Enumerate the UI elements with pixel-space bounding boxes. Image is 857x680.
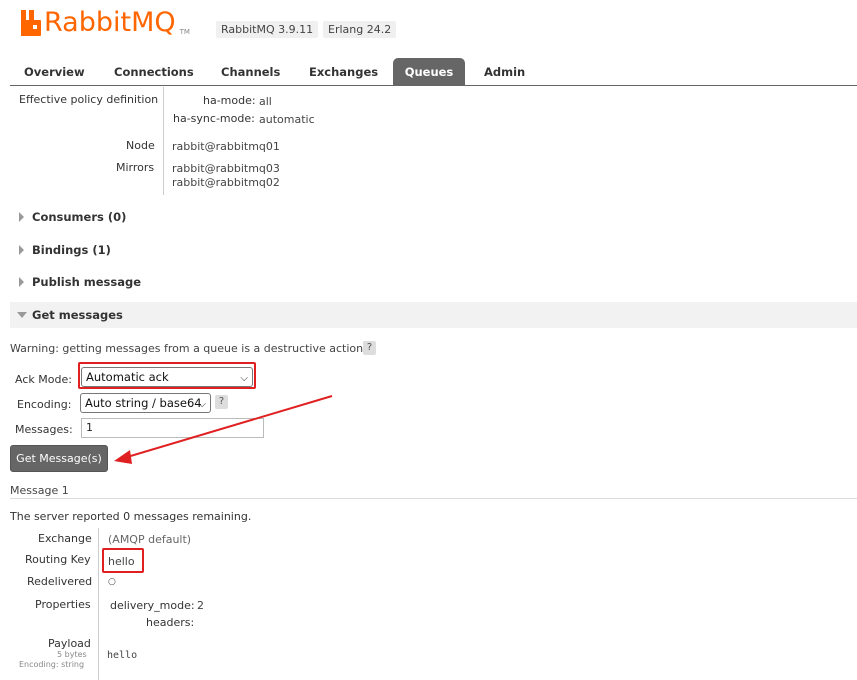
- payload-value: hello: [107, 650, 138, 661]
- mirrors-label: Mirrors: [116, 161, 155, 174]
- warning-help-icon[interactable]: ?: [363, 341, 376, 355]
- get-messages-button[interactable]: Get Message(s): [10, 445, 108, 472]
- remaining-status: The server reported 0 messages remaining…: [10, 510, 252, 523]
- redelivered-label: Redelivered: [27, 575, 93, 588]
- delivery-mode-value: 2: [197, 599, 204, 612]
- expand-triangle-icon: [19, 277, 24, 287]
- section-title: Publish message: [32, 275, 142, 289]
- logo-tm: TM: [179, 28, 190, 36]
- rabbitmq-logo[interactable]: RabbitMQ TM: [21, 6, 190, 40]
- annotation-box-ack-mode: [78, 362, 256, 389]
- tab-exchanges[interactable]: Exchanges: [309, 58, 378, 85]
- node-value: rabbit@rabbitmq01: [172, 140, 280, 153]
- policy-value-ha-sync-mode: automatic: [259, 113, 315, 126]
- annotation-arrow-icon: [114, 395, 333, 464]
- routing-key-label: Routing Key: [25, 553, 91, 566]
- details-divider: [163, 87, 164, 195]
- logo-text: RabbitMQ: [44, 7, 176, 38]
- collapse-triangle-icon: [17, 312, 27, 318]
- delivery-mode-key: delivery_mode:: [110, 599, 195, 612]
- erlang-version-badge: Erlang 24.2: [323, 21, 397, 38]
- properties-label: Properties: [35, 598, 91, 611]
- mirror-item: rabbit@rabbitmq03: [172, 162, 280, 175]
- payload-label: Payload: [48, 637, 91, 650]
- main-tabs: Overview Connections Channels Exchanges …: [10, 58, 857, 86]
- section-title: Get messages: [32, 308, 123, 322]
- redelivered-value: ○: [108, 577, 116, 587]
- policy-key-ha-sync-mode: ha-sync-mode:: [173, 112, 255, 125]
- rabbit-logo-icon: [21, 10, 41, 36]
- node-label: Node: [126, 139, 155, 152]
- tab-queues[interactable]: Queues: [393, 58, 465, 86]
- header: RabbitMQ TM RabbitMQ 3.9.11 Erlang 24.2: [0, 0, 857, 50]
- expand-triangle-icon: [19, 212, 24, 222]
- policy-value-ha-mode: all: [259, 95, 272, 108]
- message-title: Message 1: [10, 484, 69, 497]
- payload-size: 5 bytes: [57, 650, 87, 659]
- messages-count-value: 1: [86, 421, 93, 434]
- section-title: Bindings (1): [32, 243, 111, 257]
- policy-key-ha-mode: ha-mode:: [203, 94, 256, 107]
- destructive-warning: Warning: getting messages from a queue i…: [10, 342, 367, 355]
- section-get-messages[interactable]: Get messages: [10, 302, 857, 328]
- tab-overview[interactable]: Overview: [24, 58, 85, 85]
- section-consumers[interactable]: Consumers (0): [10, 204, 857, 230]
- exchange-value: (AMQP default): [108, 533, 192, 546]
- tab-connections[interactable]: Connections: [114, 58, 194, 85]
- messages-label: Messages:: [15, 423, 73, 436]
- tab-admin[interactable]: Admin: [484, 58, 525, 85]
- section-bindings[interactable]: Bindings (1): [10, 237, 857, 263]
- encoding-label: Encoding:: [17, 398, 72, 411]
- headers-key: headers:: [146, 616, 195, 629]
- exchange-label: Exchange: [38, 532, 92, 545]
- ack-mode-label: Ack Mode:: [15, 373, 72, 386]
- payload-encoding: Encoding: string: [19, 660, 85, 669]
- message-divider: [10, 498, 857, 499]
- annotation-box-routing-key: [102, 548, 144, 573]
- policy-label: Effective policy definition: [19, 93, 159, 106]
- section-publish-message[interactable]: Publish message: [10, 269, 857, 295]
- expand-triangle-icon: [19, 245, 24, 255]
- message-details-divider: [98, 528, 99, 680]
- section-title: Consumers (0): [32, 210, 127, 224]
- rabbitmq-version-badge: RabbitMQ 3.9.11: [216, 21, 319, 38]
- mirror-item: rabbit@rabbitmq02: [172, 176, 280, 189]
- tab-channels[interactable]: Channels: [221, 58, 280, 85]
